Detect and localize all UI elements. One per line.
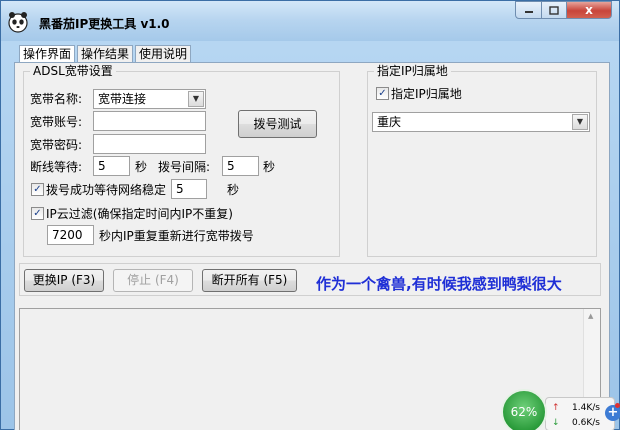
wait-network-input[interactable]: 5 (171, 179, 207, 199)
broadband-name-label: 宽带名称: (30, 92, 83, 106)
app-logo-icon (8, 12, 28, 33)
download-speed: 0.6K/s (572, 418, 600, 428)
ip-filter-suffix: 秒内IP重复重新进行宽带拨号 (99, 229, 254, 243)
ip-filter-seconds-input[interactable]: 7200 (47, 225, 94, 245)
broadband-name-select[interactable]: 宽带连接 ▼ (93, 89, 206, 109)
network-usage-circle[interactable]: 62% (501, 389, 547, 430)
ip-location-group-title: 指定IP归属地 (374, 64, 451, 78)
test-dial-button[interactable]: 拨号测试 (238, 110, 317, 138)
notification-dot-icon (615, 403, 620, 408)
broadband-password-input[interactable] (93, 134, 206, 154)
chevron-down-icon[interactable]: ▼ (188, 91, 204, 107)
ip-location-value: 重庆 (377, 115, 402, 129)
slogan-text: 作为一个禽兽,有时候我感到鸭梨很大 (316, 275, 562, 293)
scroll-up-icon[interactable]: ▲ (588, 312, 593, 320)
disconnect-all-button[interactable]: 断开所有 (F5) (202, 269, 297, 292)
adsl-group-title: ADSL宽带设置 (30, 64, 116, 78)
close-icon: x (585, 3, 593, 17)
ip-location-checkbox[interactable]: ✓ (376, 87, 389, 100)
broadband-name-value: 宽带连接 (98, 92, 147, 106)
tab-results[interactable]: 操作结果 (77, 45, 134, 63)
disconnect-wait-input[interactable]: 5 (93, 156, 130, 176)
upload-speed: 1.4K/s (572, 403, 600, 413)
app-window: 黑番茄IP更换工具 v1.0 x 操作界面 操作结果 使用说明 ADSL宽带设置… (0, 0, 620, 430)
wait-network-label: 拨号成功等待网络稳定 (46, 183, 167, 197)
broadband-password-label: 宽带密码: (30, 138, 83, 152)
minimize-button[interactable] (515, 1, 542, 19)
tab-instructions[interactable]: 使用说明 (135, 45, 192, 63)
dial-interval-unit: 秒 (263, 160, 276, 174)
ip-location-checkbox-label: 指定IP归属地 (391, 87, 462, 101)
disconnect-wait-unit: 秒 (135, 160, 148, 174)
download-arrow-icon: ↓ (552, 418, 560, 428)
maximize-icon (549, 5, 559, 15)
window-title: 黑番茄IP更换工具 v1.0 (39, 17, 170, 31)
wait-network-checkbox[interactable]: ✓ (31, 183, 44, 196)
network-monitor[interactable]: ↑ 1.4K/s ↓ 0.6K/s 62% + (501, 389, 620, 430)
ip-location-select[interactable]: 重庆 ▼ (372, 112, 590, 132)
dial-interval-label: 拨号间隔: (158, 160, 211, 174)
close-button[interactable]: x (566, 1, 612, 19)
dial-interval-input[interactable]: 5 (222, 156, 259, 176)
broadband-account-input[interactable] (93, 111, 206, 131)
ip-filter-label: IP云过滤(确保指定时间内IP不重复) (46, 207, 233, 221)
minimize-icon (524, 11, 533, 13)
upload-arrow-icon: ↑ (552, 403, 560, 413)
wait-network-unit: 秒 (227, 183, 240, 197)
ip-filter-checkbox[interactable]: ✓ (31, 207, 44, 220)
title-bar[interactable]: 黑番茄IP更换工具 v1.0 x (1, 1, 619, 41)
stop-button[interactable]: 停止 (F4) (113, 269, 193, 292)
broadband-account-label: 宽带账号: (30, 115, 83, 129)
change-ip-button[interactable]: 更换IP (F3) (24, 269, 104, 292)
tab-strip: 操作界面 操作结果 使用说明 (19, 45, 193, 64)
chevron-down-icon[interactable]: ▼ (572, 114, 588, 130)
disconnect-wait-label: 断线等待: (30, 160, 83, 174)
maximize-button[interactable] (541, 1, 567, 19)
